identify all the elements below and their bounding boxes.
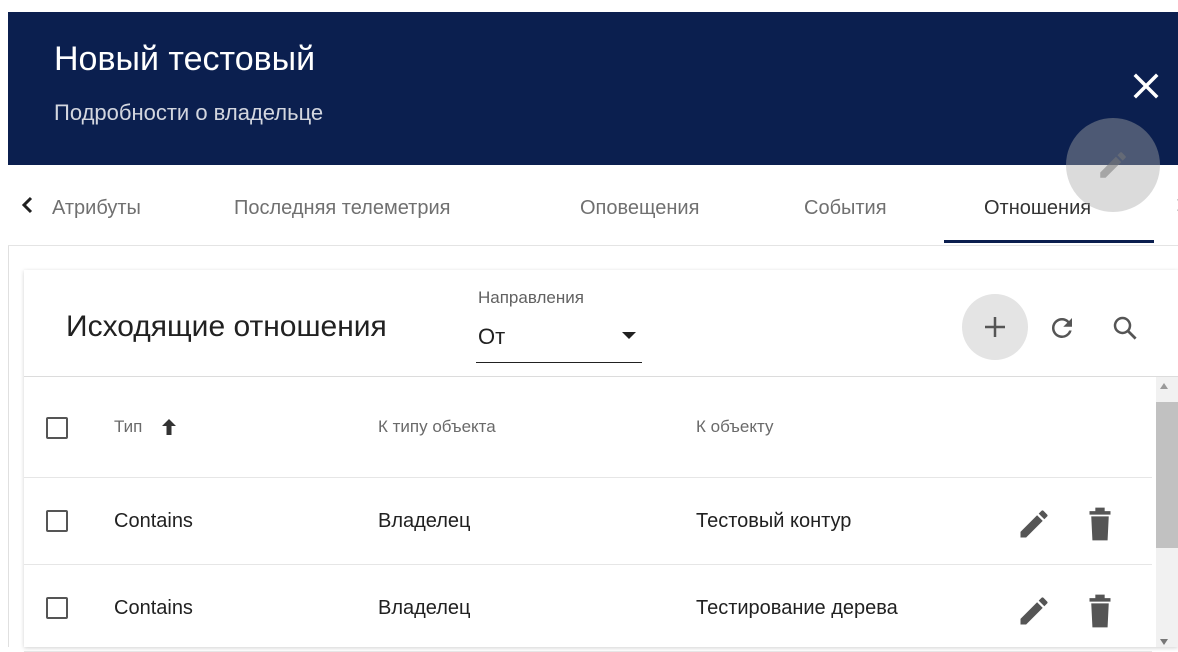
tab-attributes[interactable]: Атрибуты [52, 197, 141, 220]
top-strip [0, 0, 1178, 12]
delete-icon [1089, 507, 1111, 541]
dropdown-caret-icon [622, 332, 636, 339]
edit-button[interactable] [1066, 118, 1160, 212]
tab-events[interactable]: События [804, 197, 887, 220]
direction-value: От [478, 324, 506, 349]
relations-card: Исходящие отношения Направления От Тип К… [24, 270, 1178, 652]
edit-icon [1100, 152, 1126, 178]
select-all-checkbox[interactable] [46, 417, 68, 439]
active-tab-indicator [944, 240, 1154, 243]
add-icon [985, 317, 1005, 337]
scroll-up-arrow-icon[interactable] [1160, 383, 1168, 389]
tab-alarms[interactable]: Оповещения [580, 197, 699, 220]
page-subtitle: Подробности о владельце [54, 100, 324, 125]
search-icon [1113, 316, 1137, 340]
add-relation-button[interactable] [962, 294, 1028, 360]
column-header-to-entity-type[interactable]: К типу объекта [378, 417, 496, 437]
cell-to-entity-type: Владелец [378, 510, 471, 532]
edit-relation-button[interactable] [1016, 506, 1052, 542]
sort-arrow-up-icon[interactable] [160, 417, 178, 437]
refresh-button[interactable] [1040, 306, 1084, 350]
cell-to-entity: Тестирование дерева [696, 597, 898, 619]
cell-to-entity: Тестовый контур [696, 510, 852, 532]
relations-table: Тип К типу объекта К объекту Contains Вл… [24, 377, 1152, 652]
row-checkbox[interactable] [46, 597, 68, 619]
delete-relation-button[interactable] [1086, 593, 1114, 629]
page-title: Новый тестовый [54, 40, 316, 78]
edit-icon [1020, 510, 1048, 538]
column-header-type[interactable]: Тип [114, 417, 142, 437]
chevron-right-icon [1177, 199, 1178, 211]
table-header-row: Тип К типу объекта К объекту [24, 377, 1152, 478]
table-scrollbar[interactable] [1156, 377, 1178, 647]
cell-type: Contains [114, 510, 193, 532]
close-button[interactable] [1126, 66, 1166, 106]
column-header-to-entity[interactable]: К объекту [696, 417, 773, 437]
cell-type: Contains [114, 597, 193, 619]
close-icon [1133, 73, 1159, 99]
relations-title: Исходящие отношения [66, 310, 387, 343]
tab-bar: Атрибуты Последняя телеметрия Оповещения… [8, 165, 1178, 246]
chevron-left-icon [21, 196, 33, 214]
tabs-scroll-right-button[interactable] [1174, 195, 1178, 215]
direction-label: Направления [478, 288, 584, 307]
cell-to-entity-type: Владелец [378, 597, 471, 619]
delete-relation-button[interactable] [1086, 506, 1114, 542]
direction-select[interactable]: От [476, 318, 642, 363]
edit-icon [1020, 597, 1048, 625]
row-checkbox[interactable] [46, 510, 68, 532]
details-header: Новый тестовый Подробности о владельце [8, 12, 1178, 165]
tabs-scroll-left-button[interactable] [18, 193, 38, 217]
scrollbar-thumb[interactable] [1156, 402, 1178, 548]
search-button[interactable] [1103, 306, 1147, 350]
edit-relation-button[interactable] [1016, 593, 1052, 629]
delete-icon [1089, 594, 1111, 628]
scroll-down-arrow-icon[interactable] [1160, 639, 1168, 645]
table-row[interactable]: Contains Владелец Тестирование дерева [24, 565, 1152, 652]
table-row[interactable]: Contains Владелец Тестовый контур [24, 478, 1152, 565]
tab-relations[interactable]: Отношения [984, 197, 1091, 220]
refresh-icon [1051, 317, 1072, 338]
tab-latest-telemetry[interactable]: Последняя телеметрия [234, 197, 450, 220]
